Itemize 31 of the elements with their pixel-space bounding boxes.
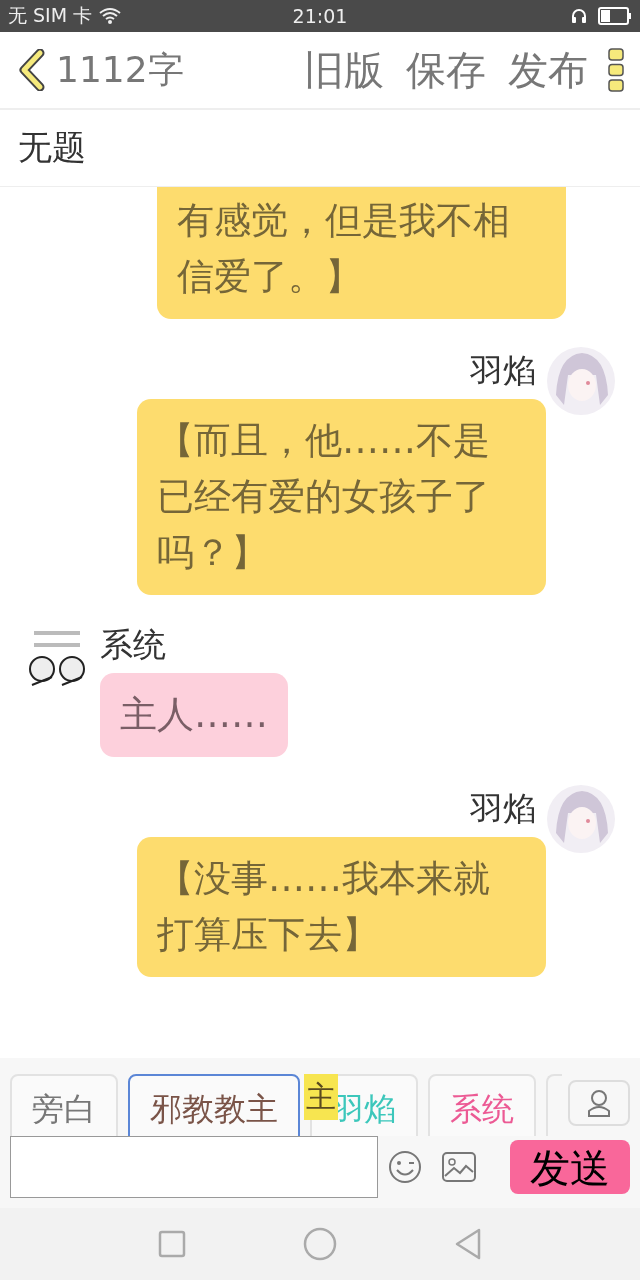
- header-action[interactable]: 旧版: [304, 42, 384, 98]
- person-icon: [587, 1089, 611, 1117]
- word-count: 1112字: [56, 47, 184, 92]
- speaker-name: 羽焰: [470, 351, 536, 391]
- battery-icon: [598, 7, 632, 25]
- header-action[interactable]: 保存: [406, 42, 486, 98]
- smiley-icon: [388, 1150, 422, 1184]
- send-button[interactable]: 发送: [510, 1140, 630, 1194]
- story-title: 无题: [18, 126, 86, 169]
- role-tab[interactable]: 系统: [428, 1074, 536, 1136]
- header-action[interactable]: 发布: [508, 42, 588, 98]
- role-tab[interactable]: 旁白: [10, 1074, 118, 1136]
- message-bubble: 有感觉，但是我不相信爱了。】: [157, 187, 566, 319]
- clock-text: 21:01: [292, 5, 348, 27]
- carrier-text: 无 SIM 卡: [8, 3, 93, 28]
- floating-tooltip: 主: [304, 1074, 338, 1120]
- speaker-name: 系统: [100, 625, 166, 665]
- message-bubble: 主人……: [100, 673, 288, 757]
- image-button[interactable]: [442, 1152, 476, 1182]
- contact-button[interactable]: [568, 1080, 630, 1126]
- speaker-name: 羽焰: [470, 789, 536, 829]
- image-icon: [442, 1152, 476, 1182]
- back-icon[interactable]: [16, 49, 46, 91]
- wifi-icon: [98, 7, 123, 25]
- message-bubble: 【没事……我本来就打算压下去】: [137, 837, 546, 977]
- emoji-button[interactable]: [388, 1150, 422, 1184]
- menu-icon[interactable]: [608, 48, 624, 92]
- message-input[interactable]: [10, 1136, 378, 1198]
- message-bubble: 【而且，他……不是已经有爱的女孩子了吗？】: [137, 399, 546, 595]
- role-tab[interactable]: 邪教教主: [128, 1074, 300, 1136]
- headphones-icon: [570, 7, 588, 25]
